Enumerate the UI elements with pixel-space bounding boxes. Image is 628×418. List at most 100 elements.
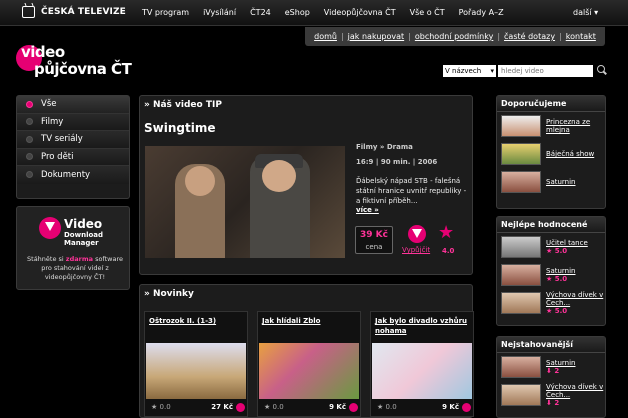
thumbnail[interactable] bbox=[501, 292, 541, 314]
download-icon bbox=[39, 217, 61, 239]
item-title[interactable]: Saturnin bbox=[546, 178, 576, 186]
top-nav: TV program iVysílání ČT24 eShop Videopůj… bbox=[142, 8, 518, 17]
card-price: 9 Kč bbox=[329, 403, 346, 411]
rent-icon[interactable] bbox=[408, 225, 426, 243]
category-tv-series[interactable]: TV seriály bbox=[17, 131, 129, 149]
thumbnail[interactable] bbox=[501, 356, 541, 378]
price-label: cena bbox=[365, 243, 383, 251]
download-manager-promo[interactable]: Video Download Manager Stáhněte si zdarm… bbox=[16, 206, 130, 290]
nav-tv-program[interactable]: TV program bbox=[142, 8, 189, 17]
thumbnail[interactable] bbox=[501, 115, 541, 137]
nav-videopujcovna[interactable]: Videopůjčovna ČT bbox=[324, 8, 396, 17]
brand-line2: půjčovna ČT bbox=[34, 60, 132, 78]
radio-icon bbox=[26, 118, 33, 126]
thumbnail[interactable] bbox=[501, 143, 541, 165]
most-downloaded-panel: Nejstahovanější Saturnin ⬇ 2 Výchova díve… bbox=[496, 336, 606, 418]
search-input[interactable] bbox=[498, 65, 593, 77]
rent-icon[interactable] bbox=[462, 403, 471, 412]
tip-category: Filmy » Drama bbox=[356, 143, 413, 151]
item-title[interactable]: Saturnin bbox=[546, 267, 576, 275]
item-title[interactable]: Učitel tance bbox=[546, 239, 588, 247]
category-documentaries[interactable]: Dokumenty bbox=[17, 166, 129, 184]
more-menu[interactable]: další bbox=[573, 8, 598, 17]
card-title[interactable]: Jak bylo divadlo vzhůru nohama bbox=[375, 316, 473, 336]
search-icon[interactable] bbox=[596, 64, 608, 76]
thumbnail[interactable] bbox=[501, 264, 541, 286]
thumbnail[interactable] bbox=[501, 384, 541, 406]
top-bar: ČESKÁ TELEVIZE TV program iVysílání ČT24… bbox=[0, 0, 628, 26]
list-item[interactable]: Saturnin bbox=[497, 168, 605, 196]
thumbnail[interactable] bbox=[501, 171, 541, 193]
news-card[interactable]: Oštrozok II. (1-3) ★ 0.0 27 Kč bbox=[144, 311, 248, 417]
card-footer: ★ 0.0 27 Kč bbox=[147, 403, 247, 413]
list-item[interactable]: Výchova dívek v Čech... ⬇ 2 bbox=[497, 381, 605, 409]
card-rating: ★ 0.0 bbox=[264, 403, 284, 411]
card-thumbnail[interactable] bbox=[146, 343, 246, 399]
tip-meta: 16:9 | 90 min. | 2006 bbox=[356, 158, 438, 166]
list-item[interactable]: Saturnin ⬇ 2 bbox=[497, 353, 605, 381]
category-all[interactable]: Vše bbox=[17, 96, 129, 114]
category-films[interactable]: Filmy bbox=[17, 113, 129, 131]
nav-ivysilani[interactable]: iVysílání bbox=[203, 8, 236, 17]
logo-text: ČESKÁ TELEVIZE bbox=[41, 7, 126, 17]
link-how-to-buy[interactable]: jak nakupovat bbox=[348, 32, 404, 41]
tip-rating: 4.0 bbox=[442, 247, 455, 255]
item-title[interactable]: Výchova dívek v Čech... bbox=[546, 291, 605, 307]
price-box: 39 Kč cena bbox=[355, 226, 393, 254]
item-title[interactable]: Výchova dívek v Čech... bbox=[546, 383, 605, 399]
nav-eshop[interactable]: eShop bbox=[285, 8, 310, 17]
dl-title3: Manager bbox=[64, 239, 99, 247]
tip-title[interactable]: Swingtime bbox=[144, 121, 215, 135]
card-title[interactable]: Oštrozok II. (1-3) bbox=[149, 316, 247, 326]
link-faq[interactable]: časté dotazy bbox=[504, 32, 555, 41]
card-rating: ★ 0.0 bbox=[377, 403, 397, 411]
section-title: » Náš video TIP bbox=[144, 100, 222, 110]
link-contact[interactable]: kontakt bbox=[566, 32, 596, 41]
rent-link[interactable]: Vypůjčit bbox=[402, 246, 430, 254]
rent-icon[interactable] bbox=[349, 403, 358, 412]
video-tip: » Náš video TIP Swingtime Filmy » Drama … bbox=[139, 95, 473, 275]
item-score: ★ 5.0 bbox=[546, 247, 568, 255]
tip-thumbnail[interactable] bbox=[145, 146, 345, 258]
category-label: Filmy bbox=[41, 116, 64, 127]
brand-line1: video bbox=[21, 43, 65, 61]
card-price: 9 Kč bbox=[442, 403, 459, 411]
nav-vse-o-ct[interactable]: Vše o ČT bbox=[410, 8, 445, 17]
news-card[interactable]: Jak hlídali Zblo ★ 0.0 9 Kč bbox=[257, 311, 361, 417]
recommended-panel: Doporučujeme Princezna ze mlejna Báječná… bbox=[496, 95, 606, 209]
dl-title2: Download bbox=[64, 231, 104, 239]
item-title[interactable]: Saturnin bbox=[546, 359, 576, 367]
nav-porady-az[interactable]: Pořady A–Z bbox=[459, 8, 504, 17]
videopujcovna-logo[interactable]: video půjčovna ČT bbox=[16, 43, 176, 87]
item-score: ★ 5.0 bbox=[546, 275, 568, 283]
search-scope-select[interactable]: V názvech bbox=[443, 65, 496, 77]
nav-ct24[interactable]: ČT24 bbox=[250, 8, 271, 17]
card-title[interactable]: Jak hlídali Zblo bbox=[262, 316, 360, 326]
tv-icon bbox=[22, 6, 35, 18]
item-title[interactable]: Princezna ze mlejna bbox=[546, 118, 605, 134]
news-card[interactable]: Jak bylo divadlo vzhůru nohama ★ 0.0 9 K… bbox=[370, 311, 474, 417]
item-score: ⬇ 2 bbox=[546, 367, 560, 375]
news-section: » Novinky Oštrozok II. (1-3) ★ 0.0 27 Kč… bbox=[139, 284, 474, 418]
rent-icon[interactable] bbox=[236, 403, 245, 412]
panel-title: Nejlépe hodnocené bbox=[497, 217, 605, 233]
section-title: » Novinky bbox=[144, 289, 194, 299]
list-item[interactable]: Učitel tance ★ 5.0 bbox=[497, 233, 605, 261]
utility-links: domů | jak nakupovat | obchodní podmínky | … bbox=[305, 27, 605, 46]
card-thumbnail[interactable] bbox=[259, 343, 359, 399]
category-kids[interactable]: Pro děti bbox=[17, 148, 129, 166]
list-item[interactable]: Saturnin ★ 5.0 bbox=[497, 261, 605, 289]
card-thumbnail[interactable] bbox=[372, 343, 472, 399]
list-item[interactable]: Princezna ze mlejna bbox=[497, 112, 605, 140]
list-item[interactable]: Báječná show bbox=[497, 140, 605, 168]
link-terms[interactable]: obchodní podmínky bbox=[415, 32, 493, 41]
more-link[interactable]: více » bbox=[356, 206, 379, 214]
ct-logo[interactable]: ČESKÁ TELEVIZE bbox=[22, 6, 126, 18]
panel-title: Nejstahovanější bbox=[497, 337, 605, 353]
list-item[interactable]: Výchova dívek v Čech... ★ 5.0 bbox=[497, 289, 605, 317]
item-score: ★ 5.0 bbox=[546, 307, 568, 315]
link-home[interactable]: domů bbox=[314, 32, 337, 41]
thumbnail[interactable] bbox=[501, 236, 541, 258]
item-title[interactable]: Báječná show bbox=[546, 150, 594, 158]
price-value: 39 Kč bbox=[360, 230, 388, 240]
